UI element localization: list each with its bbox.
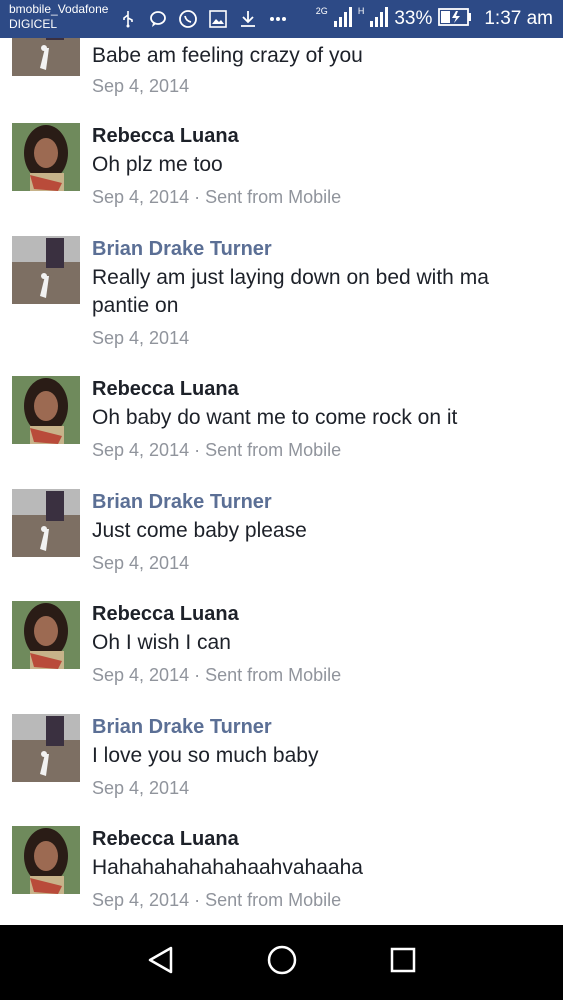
battery-charging-icon — [438, 7, 472, 31]
navigation-bar — [0, 925, 563, 1000]
avatar[interactable] — [12, 376, 80, 444]
gallery-icon — [208, 9, 228, 29]
sender-name[interactable]: Rebecca Luana — [92, 123, 532, 149]
signal-icon — [333, 6, 352, 32]
carrier-info: bmobile_Vodafone DIGICEL — [9, 2, 108, 32]
avatar[interactable] — [12, 123, 80, 191]
more-icon — [268, 9, 288, 29]
chat-bubble-icon — [148, 9, 168, 29]
message-text: Oh plz me too — [92, 153, 223, 176]
message-text: Really am just laying down on bed with m… — [92, 266, 489, 317]
whatsapp-icon — [178, 9, 198, 29]
clock: 1:37 am — [484, 8, 553, 29]
avatar[interactable] — [12, 826, 80, 894]
message-text: I love you so much baby — [92, 744, 319, 767]
status-bar: bmobile_Vodafone DIGICEL 2G H 33% 1:37 a… — [0, 0, 563, 38]
network-2g-label: 2G — [315, 6, 328, 16]
message-text: Just come baby please — [92, 519, 307, 542]
message-meta: Sep 4, 2014 · Sent from Mobile — [92, 665, 342, 685]
sender-name[interactable]: Rebecca Luana — [92, 376, 532, 402]
sender-name[interactable]: Brian Drake Turner — [92, 714, 532, 740]
message-text: Oh I wish I can — [92, 631, 231, 654]
avatar[interactable] — [12, 489, 80, 557]
message-text: Hahahahahahahaahvahaaha — [92, 856, 363, 879]
message-list[interactable]: Babe am feeling crazy of you Sep 4, 2014… — [0, 38, 563, 925]
sender-name[interactable]: Rebecca Luana — [92, 601, 532, 627]
download-icon — [238, 9, 258, 29]
message-meta: Sep 4, 2014 · Sent from Mobile — [92, 440, 342, 460]
sender-name[interactable]: Rebecca Luana — [92, 826, 532, 852]
message-meta: Sep 4, 2014 · Sent from Mobile — [92, 890, 342, 910]
avatar[interactable] — [12, 236, 80, 304]
avatar[interactable] — [12, 38, 80, 76]
message-text: Oh baby do want me to come rock on it — [92, 406, 458, 429]
home-button[interactable] — [252, 933, 312, 993]
usb-icon — [118, 9, 138, 29]
message-meta: Sep 4, 2014 — [92, 553, 190, 573]
message-text: Babe am feeling crazy of you — [92, 44, 363, 67]
message-meta: Sep 4, 2014 — [92, 328, 190, 348]
recents-button[interactable] — [373, 933, 433, 993]
carrier-primary: bmobile_Vodafone — [9, 2, 109, 16]
network-h-label: H — [357, 6, 365, 16]
message-meta: Sep 4, 2014 · Sent from Mobile — [92, 187, 342, 207]
battery-percentage: 33% — [394, 8, 433, 29]
sender-name[interactable]: Brian Drake Turner — [92, 489, 532, 515]
avatar[interactable] — [12, 601, 80, 669]
back-button[interactable] — [131, 933, 191, 993]
carrier-secondary: DIGICEL — [9, 17, 58, 31]
avatar[interactable] — [12, 714, 80, 782]
recents-icon — [389, 946, 417, 979]
sender-name[interactable]: Brian Drake Turner — [92, 236, 532, 262]
signal-icon — [370, 6, 389, 32]
home-icon — [266, 944, 298, 981]
back-icon — [146, 945, 176, 980]
message-meta: Sep 4, 2014 — [92, 778, 190, 798]
message-meta: Sep 4, 2014 — [92, 76, 190, 96]
